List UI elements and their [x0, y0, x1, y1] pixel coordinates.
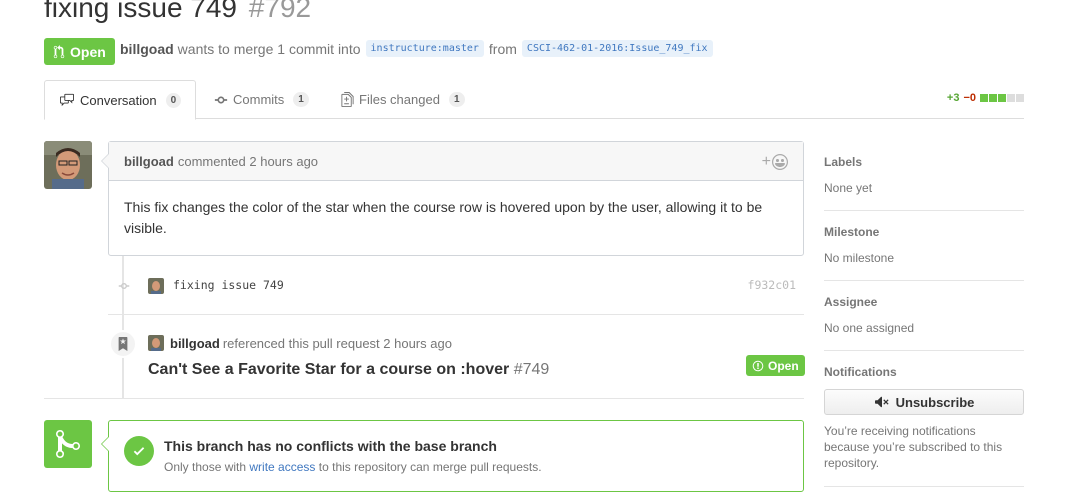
- pr-author-link[interactable]: billgoad: [120, 41, 174, 57]
- tab-conversation-label: Conversation: [80, 92, 157, 108]
- reference-event: billgoad referenced this pull request 2 …: [148, 335, 452, 351]
- page-title: fixing issue 749 #792: [44, 0, 311, 24]
- merge-sub-prefix: Only those with: [164, 460, 247, 474]
- merge-status-title: This branch has no conflicts with the ba…: [164, 438, 497, 454]
- user-avatar-icon: [148, 335, 164, 351]
- sidebar-milestone: Milestone No milestone: [824, 211, 1024, 281]
- diffstat-block-add: [998, 94, 1006, 102]
- timeline-divider: [44, 398, 804, 399]
- pr-title: fixing issue 749: [44, 0, 238, 23]
- tab-conversation-count: 0: [165, 92, 182, 108]
- referenced-issue-link[interactable]: Can't See a Favorite Star for a course o…: [148, 361, 549, 379]
- user-avatar-icon: [44, 141, 92, 189]
- sidebar-labels-value: None yet: [824, 181, 873, 195]
- diffstat-block-add: [980, 94, 988, 102]
- referenced-issue-number: #749: [513, 361, 550, 378]
- add-reaction-button[interactable]: +: [762, 153, 788, 171]
- pr-meta-from: from: [488, 40, 517, 57]
- sidebar-assignee-value: No one assigned: [824, 321, 915, 335]
- reference-badge: [109, 330, 137, 358]
- merge-status-box: This branch has no conflicts with the ba…: [101, 420, 804, 492]
- pr-meta: billgoad wants to merge 1 commit into in…: [120, 40, 718, 57]
- git-pull-request-icon: [53, 44, 65, 58]
- diffstat-block-neutral: [1016, 94, 1024, 102]
- referenced-issue-title: Can't See a Favorite Star for a course o…: [148, 361, 510, 378]
- pr-state-badge: Open: [44, 38, 115, 65]
- issue-opened-icon: [752, 360, 764, 371]
- unsubscribe-label: Unsubscribe: [895, 394, 975, 410]
- comment-box: billgoad commented 2 hours ago + This fi…: [101, 141, 804, 256]
- tab-commits-count: 1: [293, 92, 309, 107]
- commit-row: fixing issue 749 f932c01: [108, 272, 804, 300]
- reference-action: referenced this pull request 2 hours ago: [222, 335, 452, 351]
- comment-header: billgoad commented 2 hours ago +: [109, 142, 803, 181]
- diffstat-deletions: −0: [963, 92, 976, 104]
- comment-author-link[interactable]: billgoad: [124, 154, 174, 169]
- commit-sha-link[interactable]: f932c01: [748, 278, 796, 292]
- sidebar-milestone-value: No milestone: [824, 251, 895, 265]
- sidebar-assignee-heading[interactable]: Assignee: [824, 295, 1024, 309]
- comment-discussion-icon: [60, 93, 74, 107]
- pr-number: #792: [248, 0, 312, 23]
- referenced-issue-state-label: Open: [768, 358, 799, 373]
- referenced-issue-state-badge: Open: [746, 355, 805, 376]
- tab-conversation[interactable]: Conversation 0: [44, 80, 197, 120]
- sidebar-notifications-heading: Notifications: [824, 365, 897, 379]
- bookmark-icon: [118, 337, 128, 351]
- check-circle-icon: [124, 436, 154, 466]
- mute-icon: [874, 396, 889, 408]
- diffstat-block-add: [989, 94, 997, 102]
- plus-icon: +: [761, 153, 771, 170]
- sidebar-assignee: Assignee No one assigned: [824, 281, 1024, 351]
- avatar[interactable]: [148, 278, 164, 294]
- notifications-reason: You’re receiving notifications because y…: [824, 424, 1003, 470]
- git-commit-icon: [214, 96, 228, 103]
- reference-author-link[interactable]: billgoad: [170, 336, 220, 351]
- tab-files-count: 1: [448, 92, 465, 107]
- avatar[interactable]: [148, 335, 164, 351]
- comment-body: This fix changes the color of the star w…: [124, 199, 763, 236]
- sidebar-labels: Labels None yet: [824, 141, 1024, 211]
- check-icon: [133, 447, 145, 456]
- sidebar-labels-heading[interactable]: Labels: [824, 155, 1024, 169]
- pr-state-label: Open: [70, 43, 106, 60]
- pr-tabs: Conversation 0 Commits 1 Files changed 1…: [44, 80, 1024, 120]
- write-access-link[interactable]: write access: [249, 460, 315, 474]
- avatar[interactable]: [44, 141, 92, 189]
- commit-message-link[interactable]: fixing issue 749: [173, 278, 284, 292]
- pr-sidebar: Labels None yet Milestone No milestone A…: [824, 141, 1024, 487]
- git-merge-icon: [56, 429, 80, 458]
- user-avatar-icon: [148, 278, 164, 294]
- merge-sub-suffix: to this repository can merge pull reques…: [318, 460, 542, 474]
- diffstat-block-neutral: [1007, 94, 1015, 102]
- diff-icon: [341, 92, 354, 107]
- sidebar-milestone-heading[interactable]: Milestone: [824, 225, 1024, 239]
- tab-commits[interactable]: Commits 1: [214, 80, 309, 119]
- merge-status-subtitle: Only those with write access to this rep…: [164, 460, 542, 474]
- git-commit-icon: [118, 283, 130, 289]
- head-branch-ref[interactable]: CSCI-462-01-2016:Issue_749_fix: [521, 40, 713, 57]
- diffstat-blocks: [980, 94, 1024, 102]
- base-branch-ref[interactable]: instructure:master: [365, 40, 484, 57]
- tab-commits-label: Commits: [233, 92, 285, 107]
- sidebar-notifications: Notifications Unsubscribe You’re receivi…: [824, 351, 1024, 487]
- pr-meta-text: wants to merge 1 commit into: [177, 40, 361, 57]
- unsubscribe-button[interactable]: Unsubscribe: [824, 389, 1024, 415]
- diffstat: +3 −0: [947, 92, 1024, 104]
- comment-timestamp: commented 2 hours ago: [177, 153, 319, 169]
- tab-files-changed[interactable]: Files changed 1: [341, 80, 465, 119]
- tab-files-label: Files changed: [359, 92, 440, 107]
- diffstat-additions: +3: [946, 92, 960, 104]
- smiley-icon: [772, 154, 788, 170]
- merge-status-icon-box: [44, 420, 92, 468]
- timeline-divider: [108, 314, 804, 315]
